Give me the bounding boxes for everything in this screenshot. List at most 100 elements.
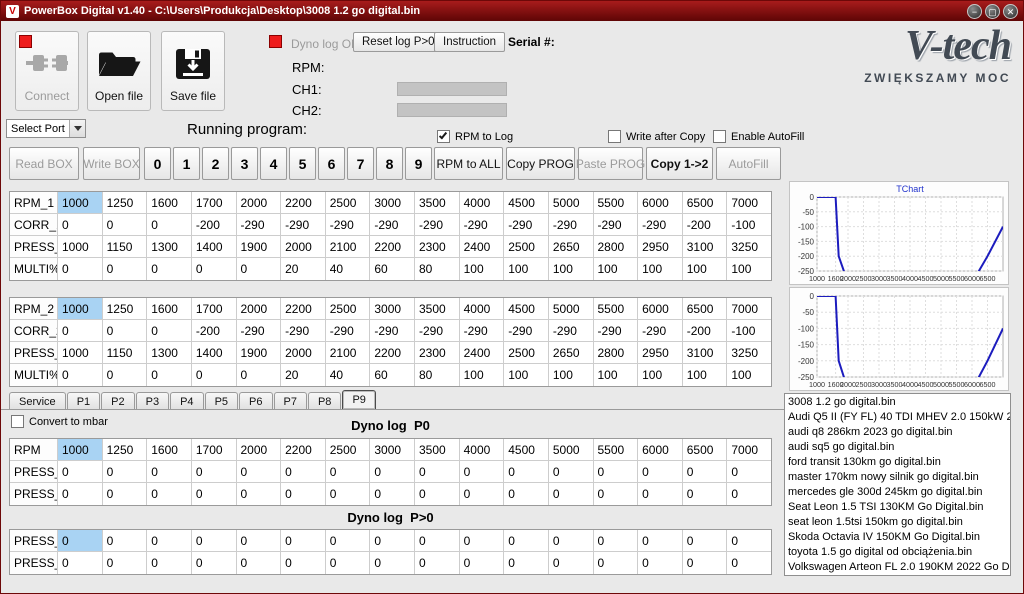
file-list-item[interactable]: Seat Leon 1.5 TSI 130KM Go Digital.bin (785, 500, 1010, 515)
table-cell[interactable]: 0 (58, 214, 103, 236)
open-file-button[interactable]: Open file (87, 31, 151, 111)
table-cell[interactable]: 4500 (504, 192, 549, 214)
tab-p8[interactable]: P8 (308, 392, 341, 410)
file-list-item[interactable]: Skoda Octavia IV 150KM Go Digital.bin (785, 530, 1010, 545)
table-cell[interactable]: -200 (683, 214, 728, 236)
table-cell[interactable]: 6500 (683, 439, 728, 461)
table-cell[interactable]: 0 (326, 461, 371, 483)
table-cell[interactable]: 4000 (460, 298, 505, 320)
table-cell[interactable]: 100 (638, 364, 683, 386)
table-cell[interactable]: 0 (103, 483, 148, 505)
table-cell[interactable]: 0 (549, 461, 594, 483)
table-cell[interactable]: -100 (727, 214, 771, 236)
table-cell[interactable]: -290 (638, 320, 683, 342)
digit-button-7[interactable]: 7 (347, 147, 374, 180)
table-cell[interactable]: 100 (594, 364, 639, 386)
table-cell[interactable]: 100 (549, 258, 594, 280)
tab-p1[interactable]: P1 (67, 392, 100, 410)
table-cell[interactable]: 2800 (594, 236, 639, 258)
table-cell[interactable]: 2300 (415, 342, 460, 364)
table-cell[interactable]: 2000 (237, 192, 282, 214)
table-cell[interactable]: 0 (415, 552, 460, 574)
table-cell[interactable]: 7000 (727, 298, 771, 320)
table-cell[interactable]: 1400 (192, 236, 237, 258)
table-cell[interactable]: 3100 (683, 342, 728, 364)
table-cell[interactable]: 0 (415, 530, 460, 552)
table-cell[interactable]: -290 (281, 320, 326, 342)
table-cell[interactable]: 2500 (326, 298, 371, 320)
file-list-item[interactable]: mercedes gle 300d 245km go digital.bin (785, 485, 1010, 500)
table-cell[interactable]: 1700 (192, 439, 237, 461)
table-cell[interactable]: 0 (504, 530, 549, 552)
table-cell[interactable]: 2000 (237, 298, 282, 320)
table-cell[interactable]: -290 (549, 214, 594, 236)
table-cell[interactable]: -100 (727, 320, 771, 342)
digit-button-8[interactable]: 8 (376, 147, 403, 180)
table-cell[interactable]: 2500 (504, 236, 549, 258)
file-list-item[interactable]: master 170km nowy silnik go digital.bin (785, 470, 1010, 485)
table-cell[interactable]: 0 (504, 461, 549, 483)
table-cell[interactable]: -290 (326, 320, 371, 342)
table-cell[interactable]: -290 (504, 214, 549, 236)
table-cell[interactable]: 0 (281, 461, 326, 483)
table-cell[interactable]: 2500 (326, 439, 371, 461)
table-cell[interactable]: 3500 (415, 439, 460, 461)
table-cell[interactable]: 7000 (727, 192, 771, 214)
table-cell[interactable]: 0 (727, 461, 771, 483)
table-cell[interactable]: 2200 (370, 342, 415, 364)
table-cell[interactable]: 100 (504, 364, 549, 386)
table-cell[interactable]: 0 (192, 552, 237, 574)
table-cell[interactable]: 0 (549, 530, 594, 552)
table-cell[interactable]: -200 (192, 320, 237, 342)
tab-p7[interactable]: P7 (274, 392, 307, 410)
digit-button-2[interactable]: 2 (202, 147, 229, 180)
minimize-icon[interactable]: − (967, 4, 982, 19)
table-cell[interactable]: 0 (460, 461, 505, 483)
table-cell[interactable]: 2650 (549, 342, 594, 364)
table-cell[interactable]: 2200 (281, 192, 326, 214)
tab-p3[interactable]: P3 (136, 392, 169, 410)
table-cell[interactable]: 2500 (504, 342, 549, 364)
file-list-item[interactable]: Audi Q5 II (FY FL) 40 TDI MHEV 2.0 150kW… (785, 410, 1010, 425)
table-cell[interactable]: 0 (103, 320, 148, 342)
table-cell[interactable]: 0 (147, 483, 192, 505)
table-cell[interactable]: 0 (727, 552, 771, 574)
save-file-button[interactable]: Save file (161, 31, 225, 111)
table-cell[interactable]: 0 (504, 483, 549, 505)
table-cell[interactable]: 0 (370, 552, 415, 574)
table-cell[interactable]: 0 (460, 530, 505, 552)
table-cell[interactable]: 0 (103, 214, 148, 236)
table-cell[interactable]: -290 (638, 214, 683, 236)
table-cell[interactable]: 0 (147, 214, 192, 236)
table-cell[interactable]: 4500 (504, 298, 549, 320)
table-cell[interactable]: -200 (683, 320, 728, 342)
table-cell[interactable]: 1000 (58, 236, 103, 258)
table-cell[interactable]: 100 (683, 258, 728, 280)
table-cell[interactable]: 0 (370, 461, 415, 483)
table-cell[interactable]: 0 (683, 483, 728, 505)
table-cell[interactable]: 100 (504, 258, 549, 280)
table-cell[interactable]: 2000 (281, 342, 326, 364)
table-cell[interactable]: 40 (326, 258, 371, 280)
table-cell[interactable]: 1150 (103, 236, 148, 258)
file-list-item[interactable]: audi sq5 go digital.bin (785, 440, 1010, 455)
table-cell[interactable]: 0 (638, 461, 683, 483)
copy-1-to-2-button[interactable]: Copy 1->2 (646, 147, 713, 180)
table-cell[interactable]: 0 (237, 552, 282, 574)
tab-p4[interactable]: P4 (170, 392, 203, 410)
table-cell[interactable]: 0 (147, 530, 192, 552)
table-cell[interactable]: 0 (147, 461, 192, 483)
table-cell[interactable]: 0 (192, 461, 237, 483)
digit-button-4[interactable]: 4 (260, 147, 287, 180)
table-cell[interactable]: 1900 (237, 342, 282, 364)
table-cell[interactable]: 5000 (549, 439, 594, 461)
table-cell[interactable]: 0 (415, 461, 460, 483)
table-cell[interactable]: 0 (594, 461, 639, 483)
table-cell[interactable]: -290 (549, 320, 594, 342)
table-cell[interactable]: 80 (415, 258, 460, 280)
maximize-icon[interactable]: ▢ (985, 4, 1000, 19)
tab-p6[interactable]: P6 (239, 392, 272, 410)
table-cell[interactable]: 3100 (683, 236, 728, 258)
digit-button-0[interactable]: 0 (144, 147, 171, 180)
table-cell[interactable]: -290 (594, 320, 639, 342)
